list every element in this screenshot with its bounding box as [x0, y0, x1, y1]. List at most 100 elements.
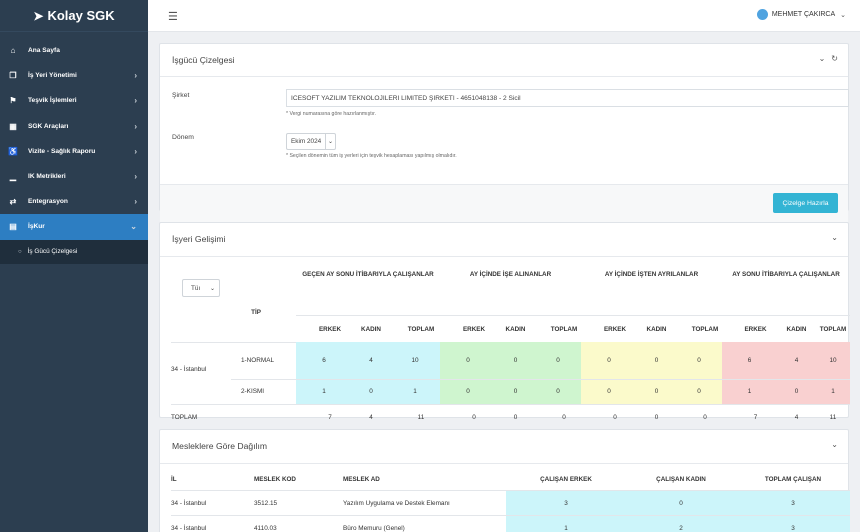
sidebar-item-1[interactable]: ❐ İş Yeri Yönetimi › — [0, 63, 148, 88]
chevron-down-icon[interactable]: ⌄ — [831, 440, 838, 449]
exchange-icon: ⇄ — [9, 197, 17, 207]
data-cell: 4 — [777, 342, 816, 379]
column-header: KADIN — [646, 325, 667, 333]
sidebar-item-label: İşKur — [28, 223, 45, 231]
sidebar-item-3[interactable]: ▦ SGK Araçları › — [0, 114, 148, 139]
sidebar-item-5[interactable]: ▁ IK Metrikleri › — [0, 164, 148, 189]
column-header: TOPLAM ÇALIŞAN — [764, 475, 822, 483]
chevron-down-icon: ⌄ — [840, 11, 846, 19]
user-menu[interactable]: MEHMET ÇAKIRCA ⌄ — [756, 9, 846, 20]
filter-value: Tüı — [191, 284, 201, 292]
company-hint: * Vergi numarasına göre hazırlanmıştır. — [286, 111, 376, 117]
sidebar-subitem-isgucu-cizelgesi[interactable]: ○ İş Gücü Çizelgesi — [0, 239, 148, 264]
chevron-right-icon: › — [134, 121, 137, 131]
sidebar-item-2[interactable]: ⚑ Teşvik İşlemleri › — [0, 88, 148, 113]
sidebar-item-label: Ana Sayfa — [28, 47, 60, 55]
total-cell: 11 — [417, 413, 425, 421]
hamburger-menu-icon[interactable]: ☰ — [168, 10, 178, 23]
chart-icon: ▁ — [9, 172, 17, 182]
table-cell: Büro Memuru (Genel) — [343, 524, 405, 532]
chevron-down-icon: ⌄ — [130, 222, 137, 232]
occupation-table: İL MESLEK KOD MESLEK AD ÇALIŞAN ERKEK ÇALIŞA… — [171, 464, 850, 532]
data-cell: 0 — [535, 379, 581, 404]
sidebar: ➤ Kolay SGK ⌂ Ana Sayfa ❐ İş Yeri Yönetimi ›… — [0, 0, 148, 532]
data-cell: 0 — [440, 379, 496, 404]
person-icon: ⚑ — [9, 96, 17, 106]
company-field[interactable]: ICESOFT YAZILIM TEKNOLOJILERI LIMITED ŞI… — [286, 89, 849, 107]
data-cell: 6 — [722, 342, 777, 379]
sidebar-item-6[interactable]: ⇄ Entegrasyon › — [0, 189, 148, 214]
data-cell: 10 — [816, 342, 850, 379]
sidebar-item-label: İş Yeri Yönetimi — [28, 72, 77, 80]
column-header: KADIN — [361, 325, 381, 333]
company-label: Şirket — [172, 92, 190, 99]
column-header: KADIN — [786, 325, 807, 333]
sidebar-item-label: Entegrasyon — [28, 198, 68, 206]
column-header: MESLEK AD — [343, 475, 380, 483]
group-header: AY İÇİNDE İŞTEN AYRILANLAR — [604, 270, 699, 278]
chevron-down-icon[interactable]: ⌄ — [819, 54, 826, 63]
logo-arrow-icon: ➤ — [33, 8, 44, 23]
total-cell: 4 — [794, 413, 799, 421]
sidebar-item-0[interactable]: ⌂ Ana Sayfa — [0, 38, 148, 63]
data-cell: 0 — [496, 342, 535, 379]
chevron-right-icon: › — [134, 96, 137, 106]
period-select[interactable]: Ekim 2024 ⌄ — [286, 133, 336, 150]
type-header: TİP — [251, 308, 261, 316]
table-cell: 4110.03 — [254, 524, 277, 532]
table-cell: 3 — [506, 491, 626, 515]
total-cell: 0 — [654, 413, 659, 421]
total-cell: 0 — [562, 413, 566, 421]
column-header: ERKEK — [603, 325, 627, 333]
user-avatar-icon — [756, 9, 768, 20]
total-cell: 0 — [513, 413, 518, 421]
column-header: TOPLAM — [691, 325, 719, 333]
clipboard-icon: ❐ — [9, 71, 17, 81]
sidebar-item-7[interactable]: ▤ İşKur ⌄ — [0, 214, 148, 240]
sidebar-item-label: IK Metrikleri — [28, 173, 66, 181]
data-cell: 0 — [581, 379, 637, 404]
occupation-distribution-panel: Mesleklere Göre Dağılım ⌄ İL MESLEK KOD ME… — [159, 429, 850, 532]
refresh-icon[interactable]: ↻ — [831, 54, 838, 63]
table-cell: 3 — [736, 491, 850, 515]
prepare-chart-button[interactable]: Çizelge Hazırla — [773, 193, 838, 213]
data-cell: 0 — [440, 342, 496, 379]
period-hint: * Seçilen dönemin tüm iş yerleri için te… — [286, 153, 457, 159]
sidebar-subitem-label: İş Gücü Çizelgesi — [27, 248, 78, 255]
column-header: ERKEK — [744, 325, 767, 333]
total-cell: 4 — [369, 413, 373, 421]
chevron-right-icon: › — [134, 197, 137, 207]
table-cell: 3 — [736, 516, 850, 532]
column-header: TOPLAM — [550, 325, 578, 333]
user-name: MEHMET ÇAKIRCA — [771, 11, 836, 18]
top-header: ☰ MEHMET ÇAKIRCA ⌄ — [148, 0, 860, 32]
total-cell: 0 — [703, 413, 707, 421]
sidebar-item-4[interactable]: ♿ Vizite - Sağlık Raporu › — [0, 139, 148, 164]
data-cell: 0 — [496, 379, 535, 404]
data-cell: 10 — [390, 342, 440, 379]
column-header: MESLEK KOD — [254, 475, 296, 483]
table-cell: 34 - İstanbul — [171, 524, 207, 532]
chevron-down-icon[interactable]: ⌄ — [831, 233, 838, 242]
table-cell: 34 - İstanbul — [171, 499, 207, 507]
wheelchair-icon: ♿ — [8, 146, 18, 156]
data-cell: 0 — [676, 379, 722, 404]
workplace-development-table: Tüı ⌄ TİP GEÇEN AY SONU İTİBARIYLA ÇALIŞA… — [171, 257, 850, 421]
column-header: İL — [171, 475, 177, 483]
filter-select[interactable]: Tüı ⌄ — [182, 279, 220, 297]
column-header: ERKEK — [462, 325, 486, 333]
home-icon: ⌂ — [10, 46, 16, 56]
data-cell: 4 — [352, 342, 390, 379]
total-cell: 7 — [328, 413, 332, 421]
brand-logo[interactable]: ➤ Kolay SGK — [0, 0, 148, 32]
type-cell: 2-KISMI — [241, 388, 265, 395]
group-header: AY İÇİNDE İŞE ALINANLAR — [469, 270, 552, 278]
chevron-right-icon: › — [134, 71, 137, 81]
idcard-icon: ▤ — [9, 222, 17, 232]
total-cell: 11 — [829, 413, 837, 421]
panel-title: Mesleklere Göre Dağılım — [172, 441, 268, 451]
data-cell: 1 — [722, 379, 777, 404]
panel-title: İşyeri Gelişimi — [172, 234, 226, 244]
panel-title: İşgücü Çizelgesi — [172, 55, 235, 65]
main-content: İşgücü Çizelgesi ⌄ ↻ Şirket ICESOFT YAZI… — [148, 32, 860, 532]
